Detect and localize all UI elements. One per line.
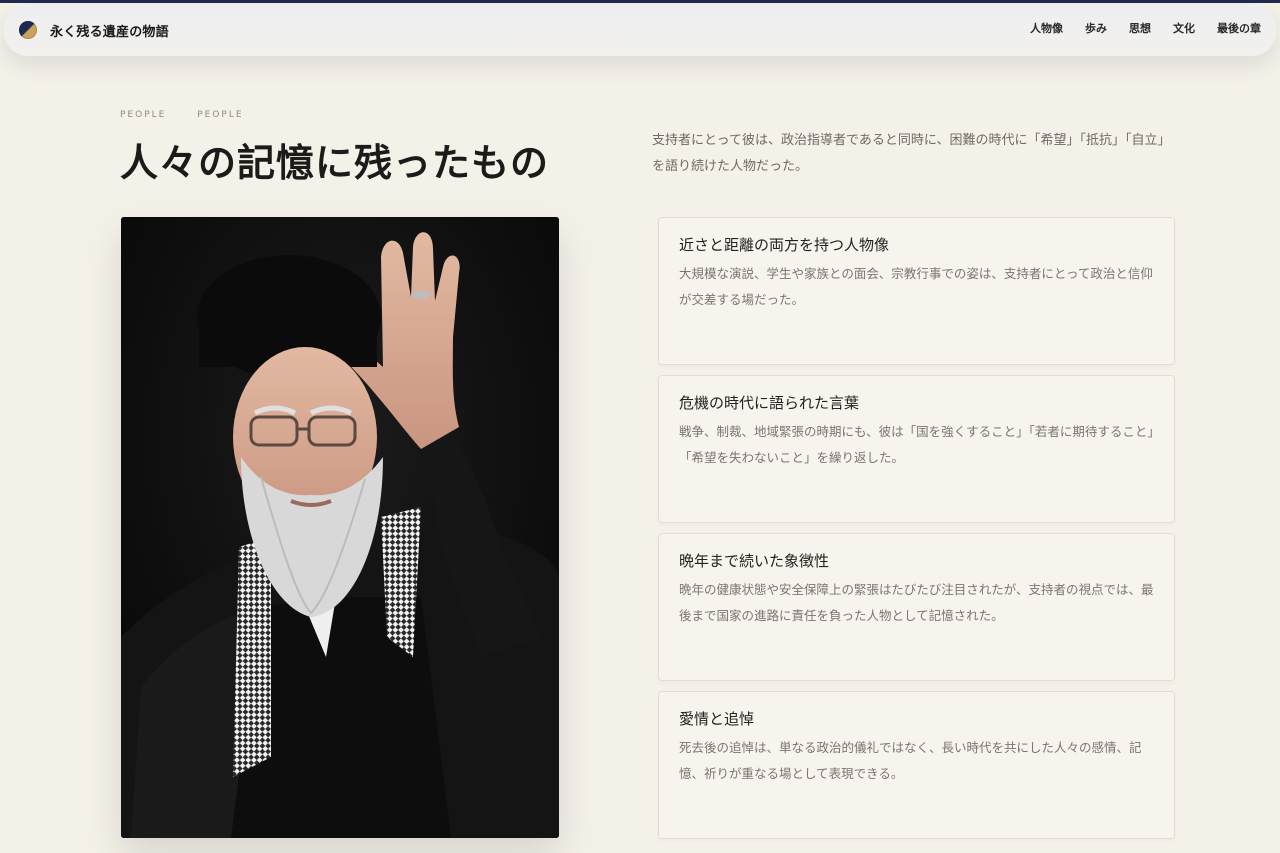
section-lead: 支持者にとって彼は、政治指導者であると同時に、困難の時代に「希望」「抵抗」「自立… — [652, 133, 1171, 174]
main-nav: 人物像 歩み 思想 文化 最後の章 — [1030, 20, 1261, 36]
card-title: 愛情と追悼 — [679, 710, 755, 728]
logo-icon — [19, 21, 37, 39]
navbar: 永く残る遺産の物語 人物像 歩み 思想 文化 最後の章 — [4, 4, 1276, 56]
card-title: 危機の時代に語られた言葉 — [679, 394, 860, 412]
brand-link[interactable]: 永く残る遺産の物語 — [19, 19, 169, 41]
card-body: 晩年の健康状態や安全保障上の緊張はたびたび注目されたが、支持者の視点では、最後ま… — [679, 582, 1154, 623]
nav-link-culture[interactable]: 文化 — [1173, 20, 1195, 36]
eyebrow-label: PEOPLE — [120, 110, 167, 119]
nav-link-final-chapter[interactable]: 最後の章 — [1217, 20, 1261, 36]
section-title: 人々の記憶に残ったもの — [120, 140, 550, 185]
card-body: 死去後の追悼は、単なる政治的儀礼ではなく、長い時代を共にした人々の感情、記憶、祈… — [679, 740, 1142, 781]
section-eyebrow: PEOPLE PEOPLE — [120, 110, 270, 119]
card-title: 晩年まで続いた象徴性 — [679, 552, 830, 570]
eyebrow-label: PEOPLE — [197, 110, 244, 119]
brand-title: 永く残る遺産の物語 — [50, 24, 169, 40]
nav-link-thought[interactable]: 思想 — [1129, 20, 1151, 36]
portrait-illustration — [121, 217, 559, 838]
memory-card: 愛情と追悼 死去後の追悼は、単なる政治的儀礼ではなく、長い時代を共にした人々の感… — [658, 691, 1175, 839]
card-body: 大規模な演説、学生や家族との面会、宗教行事での姿は、支持者にとって政治と信仰が交… — [679, 266, 1153, 307]
nav-link-journey[interactable]: 歩み — [1085, 20, 1107, 36]
top-accent-bar — [0, 0, 1280, 3]
memory-card: 近さと距離の両方を持つ人物像 大規模な演説、学生や家族との面会、宗教行事での姿は… — [658, 217, 1175, 365]
memory-card: 晩年まで続いた象徴性 晩年の健康状態や安全保障上の緊張はたびたび注目されたが、支… — [658, 533, 1175, 681]
card-body: 戦争、制裁、地域緊張の時期にも、彼は「国を強くすること」「若者に期待すること」「… — [679, 424, 1154, 465]
memory-cards: 近さと距離の両方を持つ人物像 大規模な演説、学生や家族との面会、宗教行事での姿は… — [658, 217, 1175, 849]
memory-card: 危機の時代に語られた言葉 戦争、制裁、地域緊張の時期にも、彼は「国を強くすること… — [658, 375, 1175, 523]
portrait-photo — [121, 217, 559, 838]
nav-link-person[interactable]: 人物像 — [1030, 20, 1063, 36]
card-title: 近さと距離の両方を持つ人物像 — [679, 236, 890, 254]
